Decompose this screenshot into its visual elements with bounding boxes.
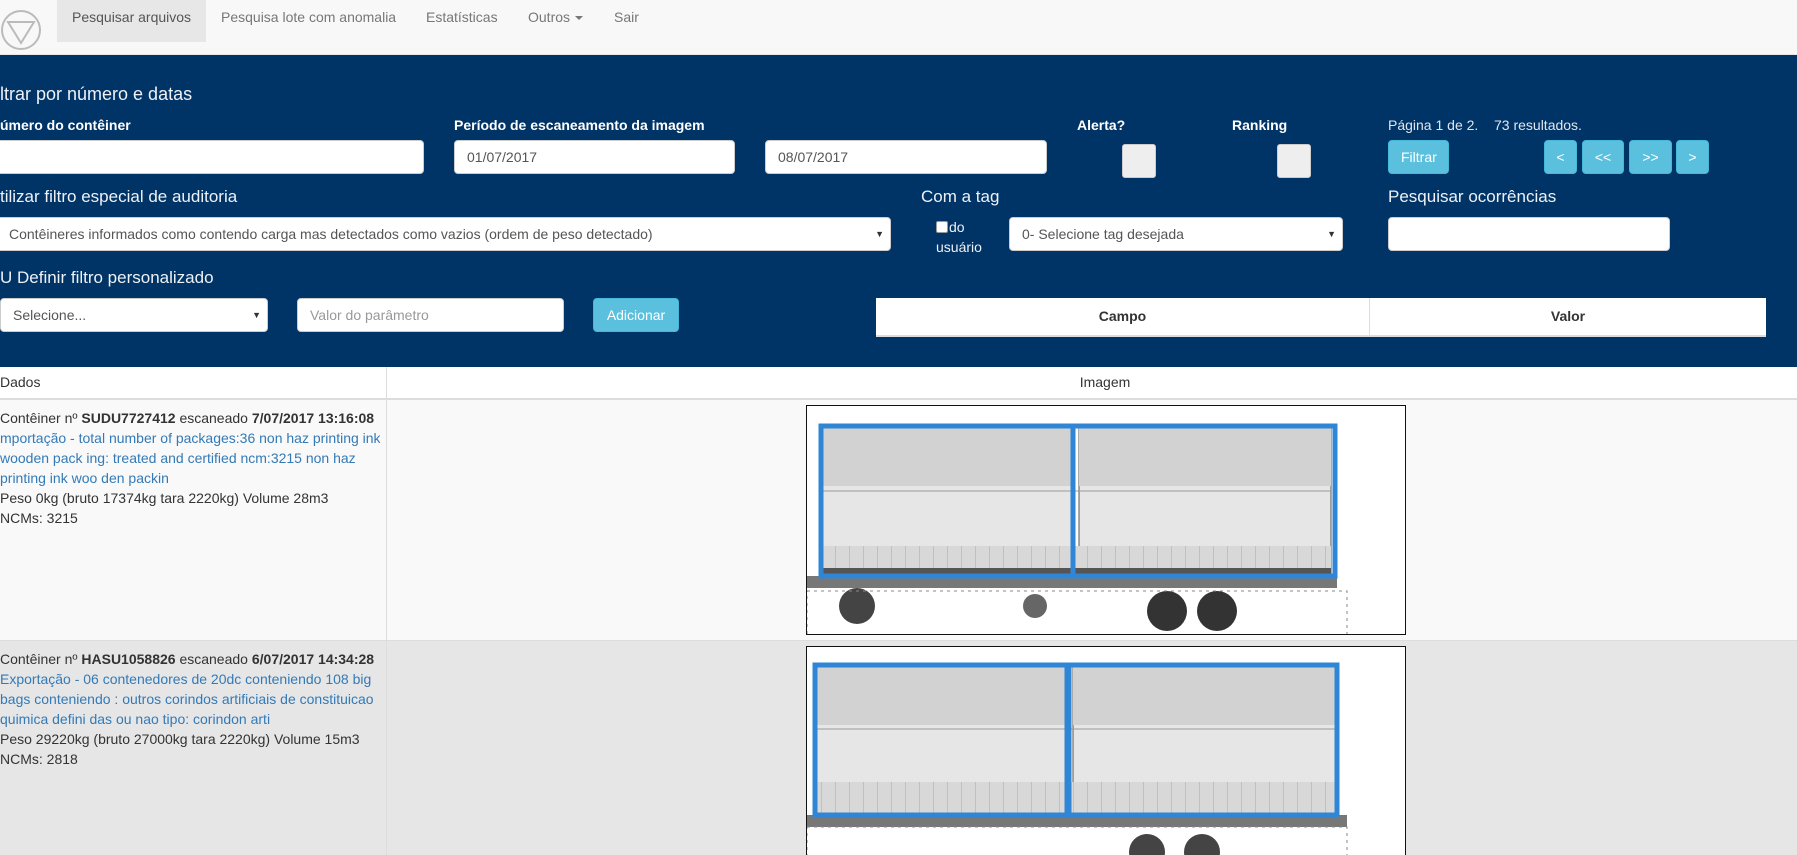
param-value-input[interactable] bbox=[297, 298, 564, 332]
filter-section-title: ltrar por número e datas bbox=[0, 84, 193, 104]
page-prev-button[interactable]: < bbox=[1544, 140, 1577, 174]
cargo-description-line[interactable]: printing ink woo den packin bbox=[0, 468, 380, 488]
nav-outros-label: Outros bbox=[528, 9, 571, 25]
audit-filter-select[interactable]: Contêineres informados como contendo car… bbox=[0, 217, 891, 251]
table-row: Contêiner nº SUDU7727412 escaneado 7/07/… bbox=[0, 400, 1797, 641]
audit-filter-label: tilizar filtro especial de auditoria bbox=[0, 187, 238, 206]
nav-pesquisar-arquivos[interactable]: Pesquisar arquivos bbox=[57, 0, 207, 42]
column-divider bbox=[386, 367, 387, 855]
container-line: Contêiner nº SUDU7727412 escaneado 7/07/… bbox=[0, 408, 380, 428]
container-number: HASU1058826 bbox=[81, 651, 176, 667]
ranking-checkbox[interactable] bbox=[1277, 144, 1311, 178]
ncm-info: NCMs: 2818 bbox=[0, 751, 78, 767]
caret-down-icon bbox=[575, 16, 584, 21]
cargo-description-line[interactable]: quimica defini das ou nao tipo: corindon… bbox=[0, 709, 380, 729]
xray-image[interactable] bbox=[806, 646, 1406, 855]
cargo-description-line[interactable]: Exportação - 06 contenedores de 20dc con… bbox=[0, 669, 380, 689]
tag-label: Com a tag bbox=[921, 187, 1000, 206]
results-header-row: Dados Imagem bbox=[0, 367, 1797, 400]
container-number-label: úmero do contêiner bbox=[0, 117, 131, 133]
filter-button[interactable]: Filtrar bbox=[1388, 140, 1449, 174]
select-arrow-icon: ▼ bbox=[1327, 229, 1336, 239]
audit-filter-value: Contêineres informados como contendo car… bbox=[9, 226, 653, 242]
page-next-button[interactable]: > bbox=[1676, 140, 1709, 174]
pagination-info: Página 1 de 2. bbox=[1388, 117, 1479, 133]
scan-datetime: 6/07/2017 14:34:28 bbox=[251, 651, 375, 667]
cargo-description-line[interactable]: wooden pack ing: treated and certified n… bbox=[0, 448, 380, 468]
custom-field-value: Selecione... bbox=[13, 307, 87, 323]
container-prefix: Contêiner nº bbox=[0, 651, 78, 667]
date-end-input[interactable] bbox=[765, 140, 1047, 174]
results-table: Dados Imagem Contêiner nº SUDU7727412 es… bbox=[0, 367, 1797, 855]
scan-datetime: 7/07/2017 13:16:08 bbox=[251, 410, 375, 426]
table-header-valor: Valor bbox=[1550, 308, 1586, 324]
ncm-info: NCMs: 3215 bbox=[0, 510, 78, 526]
search-occurrences-label: Pesquisar ocorrências bbox=[1388, 187, 1557, 206]
row-details: Contêiner nº HASU1058826 escaneado 6/07/… bbox=[0, 649, 380, 769]
custom-field-select[interactable]: Selecione... ▼ bbox=[0, 298, 268, 332]
page-last-button[interactable]: >> bbox=[1629, 140, 1672, 174]
user-tag-label-2: usuário bbox=[936, 239, 982, 255]
tag-select-value: 0- Selecione tag desejada bbox=[1022, 226, 1184, 242]
container-line: Contêiner nº HASU1058826 escaneado 6/07/… bbox=[0, 649, 380, 669]
xray-scan-graphic bbox=[807, 662, 1348, 855]
container-number: SUDU7727412 bbox=[81, 410, 176, 426]
cargo-description-line[interactable]: bags conteniendo : outros corindos artif… bbox=[0, 689, 380, 709]
user-tag-checkbox[interactable] bbox=[936, 221, 948, 233]
results-count: 73 resultados. bbox=[1494, 117, 1582, 133]
alert-label: Alerta? bbox=[1077, 117, 1126, 133]
tag-select[interactable]: 0- Selecione tag desejada ▼ bbox=[1009, 217, 1343, 251]
cargo-description-line[interactable]: mportação - total number of packages:36 … bbox=[0, 428, 380, 448]
top-navbar: Pesquisar arquivos Pesquisa lote com ano… bbox=[0, 0, 1797, 55]
search-occurrences-input[interactable] bbox=[1388, 217, 1670, 251]
ranking-label: Ranking bbox=[1232, 117, 1288, 133]
row-details: Contêiner nº SUDU7727412 escaneado 7/07/… bbox=[0, 408, 380, 528]
scan-period-label: Período de escaneamento da imagem bbox=[454, 117, 705, 133]
table-row: Contêiner nº HASU1058826 escaneado 6/07/… bbox=[0, 641, 1797, 855]
scanned-word: escaneado bbox=[179, 410, 248, 426]
add-filter-button[interactable]: Adicionar bbox=[593, 298, 679, 332]
custom-filter-table: Campo Valor bbox=[876, 298, 1766, 337]
nav-pesquisa-lote[interactable]: Pesquisa lote com anomalia bbox=[206, 0, 411, 42]
select-arrow-icon: ▼ bbox=[252, 310, 261, 320]
table-header-campo: Campo bbox=[1098, 308, 1147, 324]
custom-filter-label: U Definir filtro personalizado bbox=[0, 268, 214, 287]
header-dados: Dados bbox=[0, 374, 41, 390]
scanned-word: escaneado bbox=[179, 651, 248, 667]
xray-image[interactable] bbox=[806, 405, 1406, 635]
weight-info: Peso 29220kg (bruto 27000kg tara 2220kg)… bbox=[0, 731, 360, 747]
nav-sair[interactable]: Sair bbox=[599, 0, 654, 42]
triangle-in-circle-logo[interactable] bbox=[0, 9, 42, 51]
filter-panel: ltrar por número e datas úmero do contêi… bbox=[0, 55, 1797, 367]
date-start-input[interactable] bbox=[454, 140, 735, 174]
user-tag-label-1: do bbox=[949, 219, 965, 235]
container-number-input[interactable] bbox=[0, 140, 424, 174]
header-imagem: Imagem bbox=[1079, 374, 1131, 390]
select-arrow-icon: ▼ bbox=[875, 229, 884, 239]
container-prefix: Contêiner nº bbox=[0, 410, 78, 426]
xray-scan-graphic bbox=[807, 423, 1348, 634]
alert-checkbox[interactable] bbox=[1122, 144, 1156, 178]
nav-outros-dropdown[interactable]: Outros bbox=[513, 0, 598, 42]
weight-info: Peso 0kg (bruto 17374kg tara 2220kg) Vol… bbox=[0, 490, 329, 506]
page-first-button[interactable]: << bbox=[1582, 140, 1624, 174]
nav-estatisticas[interactable]: Estatísticas bbox=[411, 0, 513, 42]
